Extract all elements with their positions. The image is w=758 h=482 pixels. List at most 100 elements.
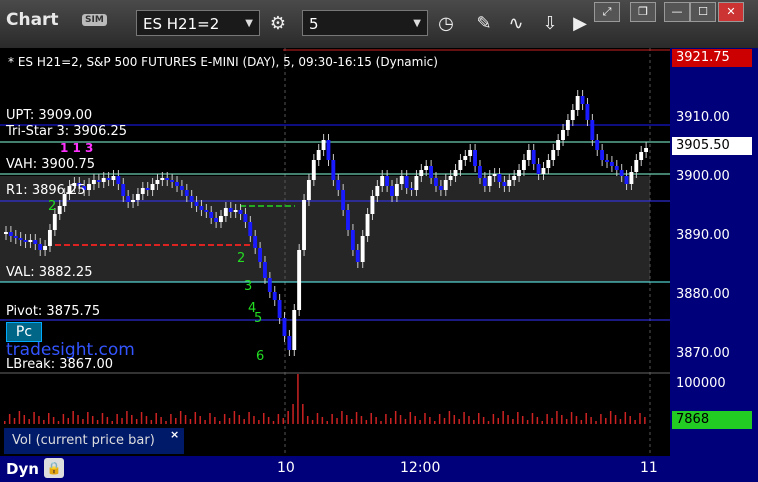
price-tick: 3870.00 — [676, 346, 730, 361]
chevron-down-icon[interactable]: ▼ — [245, 11, 253, 37]
volume-bar — [438, 414, 441, 424]
candle — [13, 236, 18, 238]
close-icon[interactable]: ✕ — [718, 2, 744, 22]
candle — [194, 202, 199, 206]
candle — [546, 160, 551, 168]
chevron-down-icon[interactable]: ▼ — [413, 11, 421, 37]
volume-bar — [267, 417, 270, 424]
volume-bar — [316, 413, 319, 424]
cascade-icon[interactable]: ❐ — [630, 2, 656, 22]
volume-bar — [346, 415, 348, 424]
candle — [614, 166, 619, 170]
volume-legend: Vol (current price bar) — [4, 428, 184, 454]
volume-bar — [13, 418, 16, 424]
volume-bar — [135, 419, 138, 424]
volume-bar — [502, 411, 504, 424]
volume-bar — [341, 411, 343, 424]
candle — [634, 160, 639, 172]
play-icon[interactable]: ▶ — [566, 10, 594, 38]
gear-icon[interactable]: ⚙ — [264, 10, 292, 38]
candle — [23, 240, 28, 242]
price-chart[interactable]: 2 2 3 4 5 6 1 1 3 — [0, 48, 758, 456]
get-icon[interactable]: ⇩ — [536, 10, 564, 38]
volume-bar — [28, 419, 30, 424]
candle — [497, 174, 502, 182]
volume-bar — [292, 404, 294, 424]
volume-bar — [43, 420, 45, 424]
volume-bar — [629, 416, 631, 424]
candle — [4, 232, 8, 234]
volume-bar — [321, 417, 324, 424]
volume-bar — [126, 411, 128, 424]
volume-bar — [140, 412, 143, 424]
candle — [302, 200, 306, 250]
volume-bar — [248, 412, 250, 424]
candle — [380, 176, 385, 186]
volume-bar — [214, 417, 216, 424]
candle — [365, 214, 370, 236]
maximize-icon[interactable]: ☐ — [690, 2, 716, 22]
volume-bar — [541, 421, 543, 424]
candle — [204, 210, 209, 212]
volume-bar — [62, 414, 65, 424]
volume-bar — [233, 411, 236, 424]
volume-bar — [404, 419, 407, 424]
level-upt: UPT: 3909.00 — [6, 108, 93, 123]
candle — [297, 250, 302, 310]
candle — [605, 160, 609, 162]
candle — [531, 150, 536, 164]
volume-bar — [82, 419, 84, 424]
candle — [473, 150, 477, 166]
candle — [311, 160, 316, 180]
volume-bar — [409, 412, 412, 424]
candle — [394, 184, 399, 196]
candle — [38, 244, 43, 250]
volume-bar — [580, 420, 583, 424]
volume-bar — [536, 417, 539, 424]
pc-badge: Pc — [6, 322, 42, 342]
pencil-icon[interactable]: ✎ — [470, 10, 498, 38]
candle — [121, 184, 126, 196]
lock-icon[interactable]: 🔒 — [44, 458, 64, 478]
volume-bar — [160, 417, 162, 424]
volume-bar — [463, 412, 465, 424]
interval-combo[interactable]: 5 ▼ — [302, 10, 428, 36]
candle — [507, 180, 512, 186]
volume-bar — [399, 415, 402, 424]
volume-bar — [605, 418, 607, 424]
candle — [521, 160, 526, 170]
candle — [341, 190, 346, 210]
candle — [47, 230, 52, 246]
minimize-icon[interactable]: — — [664, 2, 690, 22]
clock-icon[interactable]: ◷ — [432, 10, 460, 38]
candle — [267, 278, 272, 292]
candle — [512, 176, 517, 180]
volume-bar — [277, 414, 280, 424]
candle — [238, 210, 243, 214]
volume-bar — [600, 414, 602, 424]
volume-bar — [297, 374, 299, 424]
volume-bar — [311, 420, 314, 424]
indicator-icon[interactable]: ∿ — [502, 10, 530, 38]
candle — [262, 262, 267, 278]
volume-bar — [165, 421, 167, 424]
time-tick: 11 — [640, 460, 658, 476]
candle — [609, 162, 614, 166]
candle — [87, 184, 91, 190]
candle — [600, 150, 605, 160]
time-tick: 12:00 — [400, 460, 441, 476]
volume-bar — [561, 415, 563, 424]
restore-icon[interactable]: ⤢ — [594, 2, 620, 22]
volume-bar — [326, 421, 328, 424]
candle — [116, 176, 121, 184]
level-tristar: Tri-Star 3: 3906.25 — [6, 124, 128, 139]
volume-bar — [47, 413, 50, 424]
candle — [272, 292, 277, 300]
volume-bar — [468, 416, 470, 424]
candle — [282, 318, 287, 336]
dyn-label[interactable]: Dyn — [6, 460, 39, 478]
symbol-combo[interactable]: ES H21=2 ▼ — [136, 10, 260, 36]
candle — [170, 180, 175, 182]
count-label: 3 — [244, 279, 252, 294]
close-icon[interactable]: × — [170, 428, 179, 441]
